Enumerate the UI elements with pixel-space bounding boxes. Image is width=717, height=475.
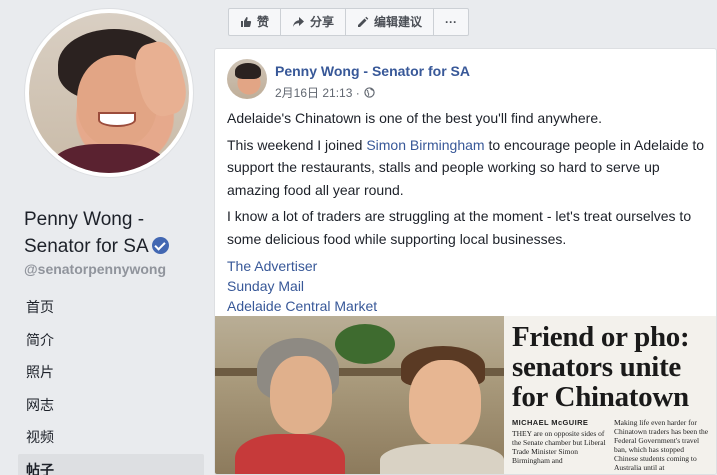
clipping-columns: MICHAEL McGUIRE THEY are on opposite sid… (512, 418, 710, 472)
verified-badge-icon (151, 237, 169, 254)
post-links: The Advertiser Sunday Mail Adelaide Cent… (227, 256, 707, 316)
nav-item-home[interactable]: 首页 (18, 291, 204, 324)
share-arrow-icon (293, 17, 305, 27)
page-action-bar: 赞 分享 编辑建议 ··· (228, 8, 470, 36)
share-button[interactable]: 分享 (281, 9, 347, 35)
post-paragraph-2-start: This weekend I joined (227, 136, 367, 153)
senators-photo (215, 316, 504, 474)
post-author-avatar[interactable] (227, 59, 267, 99)
left-sidebar: Penny Wong - Senator for SA @senatorpenn… (0, 0, 215, 475)
nav-item-posts[interactable]: 帖子 (18, 453, 204, 475)
link-adelaide-central-market[interactable]: Adelaide Central Market (227, 296, 707, 316)
nav-item-videos[interactable]: 视频 (18, 421, 204, 454)
suggest-edit-button[interactable]: 编辑建议 (346, 9, 435, 35)
clipping-column-2: Making life even harder for Chinatown tr… (614, 418, 710, 472)
more-dots-icon: ··· (445, 15, 458, 29)
nav-item-photos[interactable]: 照片 (18, 356, 204, 389)
like-button[interactable]: 赞 (229, 9, 282, 35)
clipping-byline: MICHAEL McGUIRE (512, 418, 589, 427)
nav-item-notes[interactable]: 网志 (18, 389, 204, 422)
clipping-column-2-text: Making life even harder for Chinatown tr… (614, 418, 709, 472)
mention-simon-birmingham-link[interactable]: Simon Birmingham (366, 137, 484, 153)
link-sunday-mail[interactable]: Sunday Mail (227, 276, 707, 296)
globe-icon[interactable] (364, 87, 375, 98)
link-the-advertiser[interactable]: The Advertiser (227, 256, 707, 276)
post-timestamp[interactable]: 2月16日 21:13 · (275, 84, 360, 101)
post-text: Adelaide's Chinatown is one of the best … (227, 107, 707, 316)
post-meta: 2月16日 21:13 · (275, 84, 375, 101)
nav-item-about[interactable]: 简介 (18, 324, 204, 357)
page-name-text[interactable]: Penny Wong - Senator for SA (24, 209, 149, 257)
post-image[interactable]: Friend or pho: senators unite for Chinat… (215, 316, 716, 474)
post-card: Penny Wong - Senator for SA 2月16日 21:13 … (214, 48, 717, 475)
more-options-button[interactable]: ··· (434, 9, 468, 35)
post-paragraph-3: I know a lot of traders are struggling a… (227, 208, 692, 247)
page-title[interactable]: Penny Wong - Senator for SA (24, 206, 204, 260)
post-author-name[interactable]: Penny Wong - Senator for SA (275, 63, 470, 79)
profile-photo (29, 13, 189, 173)
profile-picture[interactable] (24, 8, 194, 178)
page-handle[interactable]: @senatorpennywong (24, 261, 166, 277)
clipping-headline: Friend or pho: senators unite for Chinat… (512, 321, 690, 413)
suggest-edit-label: 编辑建议 (374, 15, 423, 29)
clipping-column-1-text: THEY are on opposite sides of the Senate… (512, 429, 606, 465)
thumbs-up-icon (241, 17, 252, 27)
page-nav: 首页 简介 照片 网志 视频 帖子 (18, 291, 204, 475)
newspaper-clipping: Friend or pho: senators unite for Chinat… (504, 316, 716, 474)
post-paragraph-2: This weekend I joined Simon Birmingham t… (227, 134, 707, 202)
pencil-icon (358, 16, 369, 27)
like-label: 赞 (257, 15, 270, 29)
clipping-column-1: MICHAEL McGUIRE THEY are on opposite sid… (512, 418, 608, 472)
share-label: 分享 (310, 15, 335, 29)
post-paragraph-1: Adelaide's Chinatown is one of the best … (227, 110, 603, 126)
